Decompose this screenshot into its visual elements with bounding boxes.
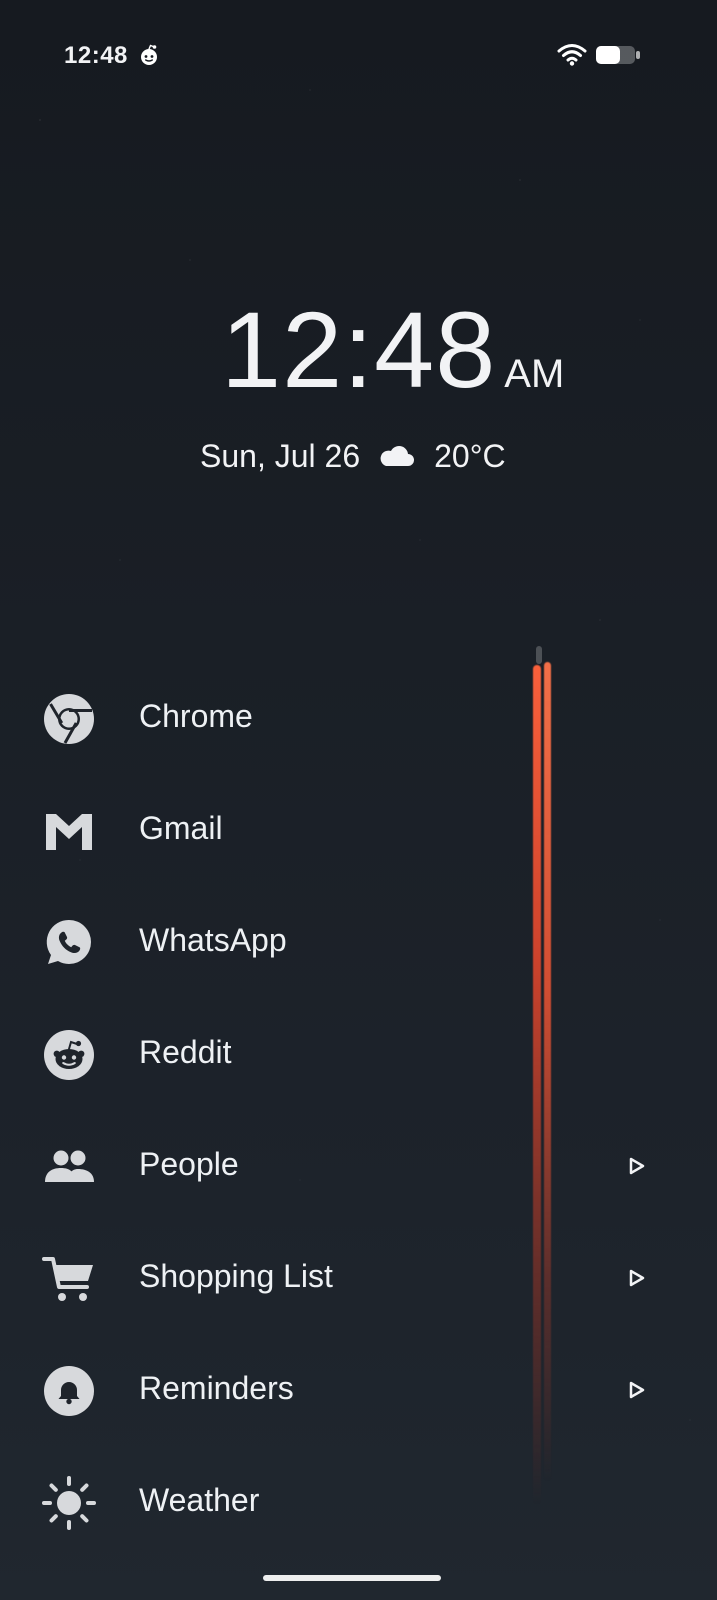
cloud-icon bbox=[380, 446, 415, 466]
clock-widget[interactable]: 12:48 AM Sun, Jul 26 20°C bbox=[0, 286, 717, 506]
app-label: Reddit bbox=[139, 1034, 232, 1070]
temperature-text: 20°C bbox=[434, 438, 506, 474]
app-label: Gmail bbox=[139, 810, 223, 846]
people-icon bbox=[40, 1138, 98, 1196]
app-label: People bbox=[139, 1146, 239, 1182]
date-text: Sun, Jul 26 bbox=[200, 438, 361, 474]
app-label: Chrome bbox=[139, 698, 253, 734]
app-item-chrome[interactable]: Chrome bbox=[0, 662, 717, 774]
wifi-icon bbox=[557, 44, 587, 66]
bell-icon bbox=[40, 1362, 98, 1420]
app-label: WhatsApp bbox=[139, 922, 287, 958]
app-list: Chrome Gmail WhatsApp Reddit People Shop… bbox=[0, 662, 717, 1558]
reddit-status-icon bbox=[141, 44, 157, 65]
reddit-icon bbox=[40, 1026, 98, 1084]
app-item-people[interactable]: People bbox=[0, 1110, 717, 1222]
gmail-icon bbox=[40, 802, 98, 860]
chevron-right-icon[interactable] bbox=[627, 1268, 647, 1288]
app-item-reminders[interactable]: Reminders bbox=[0, 1334, 717, 1446]
chevron-right-icon[interactable] bbox=[627, 1156, 647, 1176]
status-time: 12:48 bbox=[64, 42, 128, 69]
app-item-reddit[interactable]: Reddit bbox=[0, 998, 717, 1110]
status-bar: 12:48 bbox=[0, 0, 717, 112]
app-item-shopping-list[interactable]: Shopping List bbox=[0, 1222, 717, 1334]
app-label: Weather bbox=[139, 1482, 260, 1518]
shopping-cart-icon bbox=[40, 1250, 98, 1308]
clock-time: 12:48 bbox=[221, 289, 497, 410]
home-indicator[interactable] bbox=[263, 1575, 441, 1581]
date-weather-row: Sun, Jul 26 20°C bbox=[200, 438, 506, 474]
chrome-icon bbox=[40, 690, 98, 748]
sun-icon bbox=[40, 1474, 98, 1532]
whatsapp-icon bbox=[40, 914, 98, 972]
app-label: Shopping List bbox=[139, 1258, 333, 1294]
battery-icon bbox=[596, 46, 640, 64]
app-label: Reminders bbox=[139, 1370, 294, 1406]
clock-display: 12:48 AM bbox=[221, 296, 564, 404]
clock-period: AM bbox=[504, 352, 565, 396]
app-item-gmail[interactable]: Gmail bbox=[0, 774, 717, 886]
app-item-whatsapp[interactable]: WhatsApp bbox=[0, 886, 717, 998]
chevron-right-icon[interactable] bbox=[627, 1380, 647, 1400]
app-item-weather[interactable]: Weather bbox=[0, 1446, 717, 1558]
